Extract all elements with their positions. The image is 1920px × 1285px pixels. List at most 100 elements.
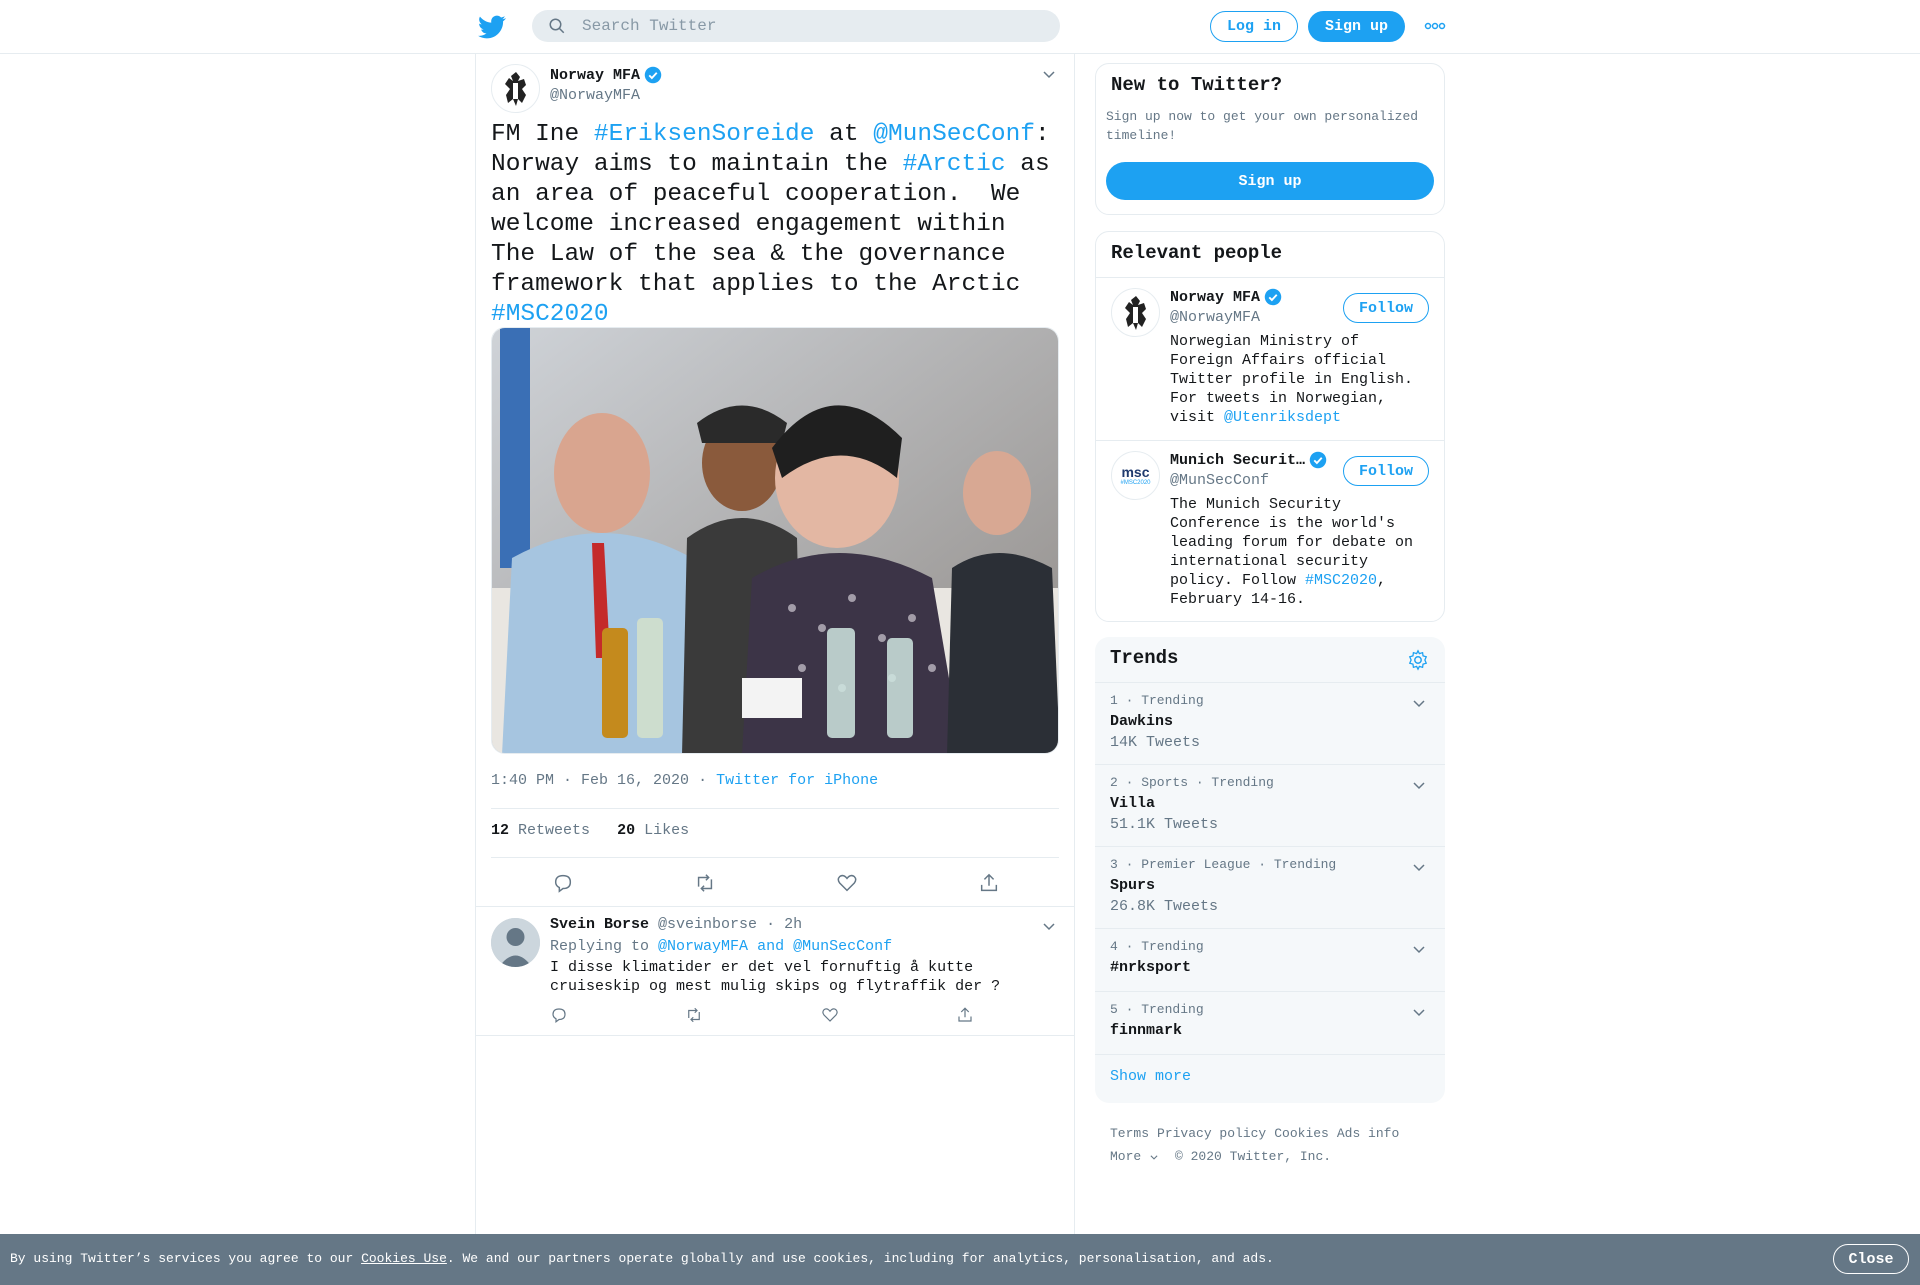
- author-name[interactable]: Norway MFA: [550, 66, 662, 84]
- close-button[interactable]: Close: [1833, 1244, 1909, 1274]
- author-avatar[interactable]: [491, 64, 540, 113]
- person-handle[interactable]: @MunSecConf: [1170, 472, 1269, 489]
- author-handle[interactable]: @NorwayMFA: [550, 87, 640, 104]
- settings-gear-icon[interactable]: [1407, 649, 1429, 671]
- share-icon[interactable]: [956, 1006, 974, 1024]
- tweet-text-link[interactable]: #Arctic: [903, 151, 1006, 178]
- person-item[interactable]: msc #MSC2020 Munich Securit… @MunSecConf…: [1096, 441, 1444, 621]
- trend-name: Villa: [1110, 795, 1156, 812]
- chevron-down-icon[interactable]: [1041, 918, 1057, 934]
- person-item[interactable]: Norway MFA @NorwayMFA Follow Norwegian M…: [1096, 278, 1444, 441]
- trend-name: Dawkins: [1110, 713, 1174, 730]
- footer-link-terms[interactable]: Terms: [1110, 1126, 1149, 1141]
- likes-stat[interactable]: 20 Likes: [617, 822, 689, 839]
- replying-to-links[interactable]: @NorwayMFA and @MunSecConf: [658, 938, 892, 955]
- tweet-stats: 12 Retweets 20 Likes: [491, 822, 689, 839]
- signup-button[interactable]: Sign up: [1308, 11, 1405, 42]
- chevron-down-icon[interactable]: [1411, 1004, 1427, 1020]
- trend-count: 14K Tweets: [1110, 734, 1201, 751]
- msc-logo-sub: #MSC2020: [1120, 479, 1151, 486]
- trend-count: 51.1K Tweets: [1110, 816, 1219, 833]
- reply-handle-time[interactable]: @sveinborse · 2h: [658, 916, 802, 933]
- tweet-text-link[interactable]: #MSC2020: [491, 301, 609, 328]
- login-button[interactable]: Log in: [1210, 11, 1298, 42]
- like-icon[interactable]: [836, 872, 858, 894]
- like-icon[interactable]: [821, 1006, 839, 1024]
- tweet-text-link[interactable]: @MunSecConf: [873, 121, 1035, 148]
- bio-link[interactable]: @Utenriksdept: [1224, 409, 1341, 426]
- divider: [491, 808, 1059, 809]
- reply-icon[interactable]: [550, 1006, 568, 1024]
- retweets-stat[interactable]: 12 Retweets: [491, 822, 590, 839]
- tweet-text-segment: FM Ine: [491, 121, 594, 148]
- verified-badge-icon: [1264, 288, 1282, 306]
- trend-name: Spurs: [1110, 877, 1156, 894]
- reply-avatar[interactable]: [491, 918, 540, 967]
- chevron-down-icon[interactable]: [1411, 777, 1427, 793]
- trend-context: 2 · Sports · Trending: [1110, 775, 1274, 790]
- share-icon[interactable]: [978, 872, 1000, 894]
- chevron-down-icon[interactable]: [1411, 941, 1427, 957]
- trend-item[interactable]: 5 · Trending finnmark: [1095, 992, 1445, 1055]
- footer-link-ads[interactable]: Ads info: [1337, 1126, 1399, 1141]
- trend-item[interactable]: 1 · Trending Dawkins 14K Tweets: [1095, 683, 1445, 764]
- photo-image: [492, 328, 1058, 753]
- main-column: Norway MFA @NorwayMFA FM Ine #EriksenSor…: [475, 54, 1075, 1234]
- person-bio: The Munich Security Conference is the wo…: [1170, 496, 1414, 608]
- search-icon: [549, 18, 565, 34]
- footer-link-privacy[interactable]: Privacy policy: [1157, 1126, 1266, 1141]
- footer-link-cookies[interactable]: Cookies: [1274, 1126, 1329, 1141]
- cookie-text: By using Twitter’s services you agree to…: [10, 1251, 1274, 1266]
- person-avatar[interactable]: msc #MSC2020: [1111, 451, 1160, 500]
- more-options-icon[interactable]: [1424, 18, 1446, 34]
- trend-item[interactable]: 4 · Trending #nrksport: [1095, 929, 1445, 992]
- follow-button[interactable]: Follow: [1343, 456, 1429, 486]
- tweet-meta: 1:40 PM · Feb 16, 2020 · Twitter for iPh…: [491, 772, 879, 789]
- trend-item[interactable]: 3 · Premier League · Trending Spurs 26.8…: [1095, 847, 1445, 928]
- twitter-logo-icon[interactable]: [478, 13, 506, 41]
- trend-name: #nrksport: [1110, 959, 1192, 976]
- trend-context: 5 · Trending: [1110, 1002, 1204, 1017]
- norway-coat-of-arms-icon: [504, 71, 526, 106]
- footer-more[interactable]: More: [1110, 1149, 1159, 1164]
- chevron-down-icon[interactable]: [1041, 66, 1057, 82]
- person-name[interactable]: Munich Securit…: [1170, 451, 1327, 469]
- retweet-icon[interactable]: [685, 1006, 703, 1024]
- divider: [476, 1035, 1074, 1036]
- search-box[interactable]: [532, 10, 1060, 42]
- person-handle[interactable]: @NorwayMFA: [1170, 309, 1260, 326]
- person-avatar[interactable]: [1111, 288, 1160, 337]
- chevron-down-icon: [1150, 1154, 1158, 1160]
- bio-link[interactable]: #MSC2020: [1305, 572, 1377, 589]
- chevron-down-icon[interactable]: [1411, 695, 1427, 711]
- reply-author-name[interactable]: Svein Borse: [550, 916, 649, 933]
- top-bar: Log in Sign up: [0, 0, 1920, 54]
- person-bio: Norwegian Ministry of Foreign Affairs of…: [1170, 333, 1414, 426]
- trends-card: Trends 1 · Trending Dawkins 14K Tweets 2…: [1095, 637, 1445, 1103]
- replying-to: Replying to @NorwayMFA and @MunSecConf: [550, 938, 893, 955]
- retweet-icon[interactable]: [694, 872, 716, 894]
- show-more-link[interactable]: Show more: [1110, 1068, 1191, 1085]
- signup-card-button[interactable]: Sign up: [1106, 162, 1434, 200]
- search-input[interactable]: [582, 17, 982, 35]
- source-link[interactable]: Twitter for iPhone: [716, 772, 878, 789]
- copyright: © 2020 Twitter, Inc.: [1175, 1149, 1332, 1164]
- reply-header: Svein Borse @sveinborse · 2h: [550, 916, 802, 933]
- tweet-text: FM Ine #EriksenSoreide at @MunSecConf: N…: [491, 120, 1061, 330]
- chevron-down-icon[interactable]: [1411, 859, 1427, 875]
- footer-links: Terms Privacy policy Cookies Ads info More …: [1110, 1122, 1440, 1168]
- reply-icon[interactable]: [552, 872, 574, 894]
- cookies-use-link[interactable]: Cookies Use: [361, 1251, 447, 1266]
- relevant-people-card: Relevant people Norway MFA @NorwayMFA Fo…: [1095, 231, 1445, 622]
- follow-button[interactable]: Follow: [1343, 293, 1429, 323]
- reply-text: I disse klimatider er det vel fornuftig …: [550, 959, 1001, 995]
- person-name[interactable]: Norway MFA: [1170, 288, 1282, 306]
- trend-count: 26.8K Tweets: [1110, 898, 1219, 915]
- timestamp[interactable]: 1:40 PM · Feb 16, 2020: [491, 772, 689, 789]
- tweet-text-link[interactable]: #EriksenSoreide: [594, 121, 815, 148]
- trend-item[interactable]: 2 · Sports · Trending Villa 51.1K Tweets: [1095, 765, 1445, 846]
- card-title: Relevant people: [1111, 242, 1283, 264]
- tweet-photo[interactable]: [491, 327, 1059, 754]
- tweet-text-segment: at: [814, 121, 874, 148]
- trend-context: 3 · Premier League · Trending: [1110, 857, 1337, 872]
